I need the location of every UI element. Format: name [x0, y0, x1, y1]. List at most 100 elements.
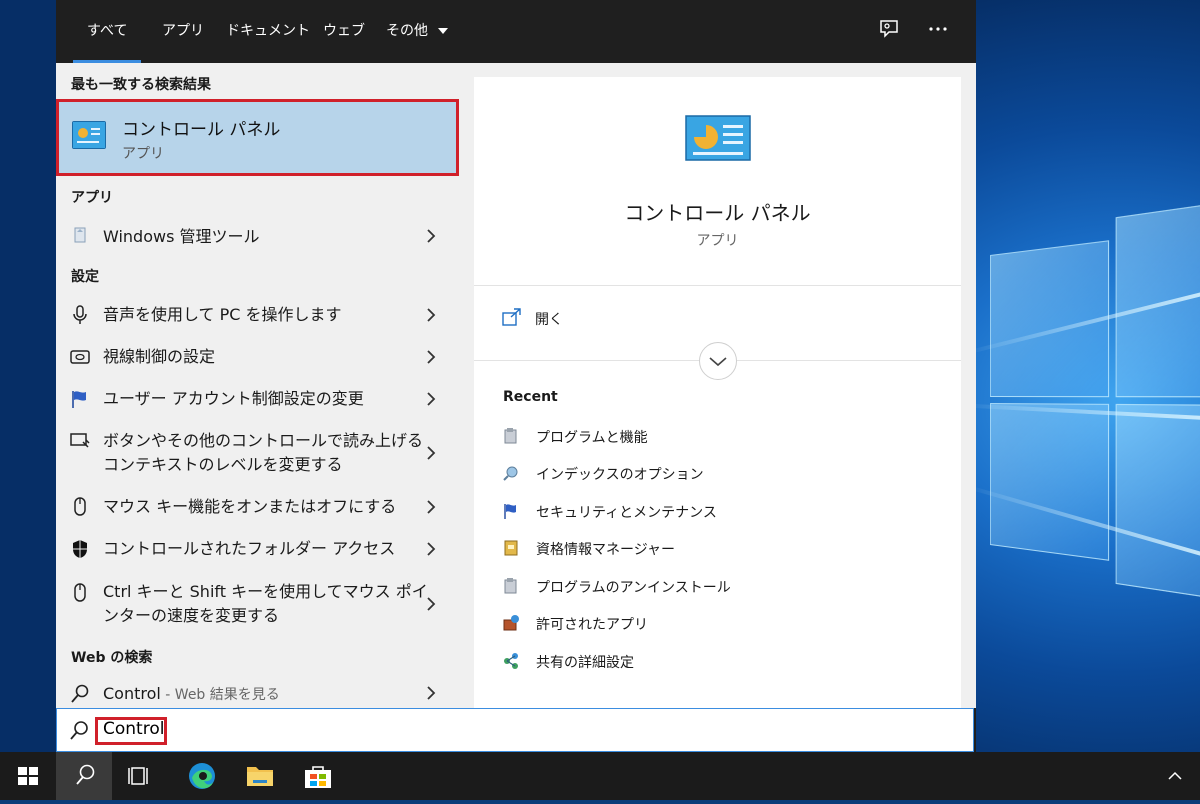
search-icon: [76, 764, 95, 785]
setting-item-label-line2: コンテキストのレベルを変更する: [103, 455, 343, 474]
task-view-button[interactable]: [112, 752, 168, 800]
control-panel-icon: [685, 115, 751, 163]
recent-item[interactable]: 資格情報マネージャー: [500, 537, 950, 565]
uninstall-program-icon: [502, 577, 520, 595]
preview-card: コントロール パネル アプリ 開く Recent プログラムと機能 インデックス: [474, 77, 961, 708]
best-match-title: コントロール パネル: [122, 120, 281, 140]
search-input[interactable]: Control: [103, 719, 164, 739]
setting-item-label: マウス キー機能をオンまたはオフにする: [103, 497, 397, 516]
start-button[interactable]: [0, 752, 56, 800]
chevron-right-icon: [424, 226, 438, 246]
preview-title: コントロール パネル: [624, 201, 811, 225]
section-web-search: Web の検索: [71, 650, 153, 666]
flag-icon: [502, 502, 520, 520]
open-label: 開く: [535, 312, 563, 328]
chevron-right-icon: [424, 443, 438, 463]
recent-item[interactable]: 許可されたアプリ: [500, 612, 950, 640]
web-result-label: Control - Web 結果を見る: [103, 684, 280, 703]
taskbar: [0, 752, 1200, 800]
search-panel: すべて アプリ ドキュメント ウェブ その他 最も一致する検索結果 コントロール…: [56, 0, 976, 752]
preview-pane: コントロール パネル アプリ 開く Recent プログラムと機能 インデックス: [459, 63, 976, 708]
app-item-label: Windows 管理ツール: [103, 227, 260, 246]
section-settings: 設定: [71, 269, 99, 285]
best-match-control-panel[interactable]: コントロール パネル アプリ: [56, 99, 459, 176]
mouse-icon: [69, 582, 91, 604]
app-item-admin-tools[interactable]: Windows 管理ツール: [56, 221, 459, 253]
search-icon: [67, 719, 91, 743]
search-icon: [69, 683, 91, 705]
microphone-icon: [69, 304, 91, 326]
best-match-subtitle: アプリ: [122, 146, 164, 162]
tab-all[interactable]: すべて: [72, 0, 143, 63]
windows-start-icon: [18, 767, 38, 785]
recent-item[interactable]: 共有の詳細設定: [500, 650, 950, 678]
setting-item-label: Ctrl キーと Shift キーを使用してマウス ポイ: [103, 582, 428, 601]
flag-icon: [69, 388, 91, 410]
chevron-right-icon: [424, 539, 438, 559]
expand-button[interactable]: [699, 342, 737, 380]
setting-item-label: 視線制御の設定: [103, 347, 216, 366]
results-list: 最も一致する検索結果 コントロール パネル アプリ アプリ Windows 管理…: [56, 63, 459, 708]
section-best-match: 最も一致する検索結果: [71, 77, 211, 93]
recent-item[interactable]: プログラムのアンインストール: [500, 575, 950, 603]
setting-item-voice-control[interactable]: 音声を使用して PC を操作します: [56, 301, 459, 333]
preview-subtitle: アプリ: [696, 233, 739, 249]
chevron-right-icon: [424, 305, 438, 325]
programs-features-icon: [502, 427, 520, 445]
network-sharing-icon: [502, 652, 520, 670]
tab-apps[interactable]: アプリ: [162, 0, 204, 63]
setting-item-label-line2: ンターの速度を変更する: [103, 606, 280, 625]
search-tabs-bar: すべて アプリ ドキュメント ウェブ その他: [56, 0, 976, 63]
feedback-icon[interactable]: [876, 18, 902, 44]
recent-title: Recent: [503, 389, 558, 405]
setting-item-eye-control[interactable]: 視線制御の設定: [56, 343, 459, 375]
chevron-right-icon: [424, 389, 438, 409]
setting-item-mouse-keys[interactable]: マウス キー機能をオンまたはオフにする: [56, 493, 459, 525]
setting-item-narrator-context[interactable]: ボタンやその他のコントロールで読み上げる コンテキストのレベルを変更する: [56, 427, 459, 479]
eye-control-icon: [69, 346, 91, 368]
store-button[interactable]: [290, 752, 346, 800]
divider: [474, 285, 961, 286]
mouse-icon: [69, 496, 91, 518]
tab-more[interactable]: その他: [386, 0, 449, 63]
tab-web[interactable]: ウェブ: [323, 0, 365, 63]
indexing-options-icon: [502, 464, 520, 482]
folder-icon: [247, 767, 273, 786]
setting-item-label: 音声を使用して PC を操作します: [103, 305, 342, 324]
edge-icon: [189, 763, 215, 789]
setting-item-label: コントロールされたフォルダー アクセス: [103, 539, 396, 558]
setting-item-pointer-speed[interactable]: Ctrl キーと Shift キーを使用してマウス ポイ ンターの速度を変更する: [56, 578, 459, 630]
firewall-icon: [502, 614, 520, 632]
file-explorer-button[interactable]: [232, 752, 288, 800]
chevron-right-icon: [424, 594, 438, 614]
store-icon: [305, 766, 331, 788]
shield-icon: [69, 538, 91, 560]
credential-manager-icon: [502, 539, 520, 557]
search-box[interactable]: Control: [56, 708, 974, 752]
caret-down-icon: [438, 28, 449, 34]
chevron-up-icon: [1168, 771, 1182, 780]
control-panel-icon: [72, 121, 106, 149]
setting-item-label: ユーザー アカウント制御設定の変更: [103, 389, 364, 408]
setting-item-uac[interactable]: ユーザー アカウント制御設定の変更: [56, 385, 459, 417]
open-icon: [502, 308, 522, 328]
taskbar-search-button[interactable]: [56, 752, 112, 800]
recent-item[interactable]: インデックスのオプション: [500, 462, 950, 490]
chevron-down-icon: [709, 357, 727, 367]
chevron-right-icon: [424, 497, 438, 517]
recent-item[interactable]: セキュリティとメンテナンス: [500, 500, 950, 528]
tab-documents[interactable]: ドキュメント: [226, 0, 310, 63]
edge-browser-button[interactable]: [174, 752, 230, 800]
section-apps: アプリ: [71, 190, 113, 206]
chevron-right-icon: [424, 347, 438, 367]
more-options-icon[interactable]: [925, 18, 951, 44]
show-hidden-icons-button[interactable]: [1150, 752, 1200, 800]
windows-logo-wallpaper: [990, 169, 1200, 621]
web-result-control[interactable]: Control - Web 結果を見る: [56, 681, 459, 708]
chevron-right-icon: [424, 683, 438, 703]
setting-item-label: ボタンやその他のコントロールで読み上げる: [103, 431, 424, 450]
narrator-icon: [69, 431, 91, 453]
recent-item[interactable]: プログラムと機能: [500, 425, 950, 453]
setting-item-controlled-folder[interactable]: コントロールされたフォルダー アクセス: [56, 535, 459, 567]
task-view-icon: [128, 767, 148, 785]
